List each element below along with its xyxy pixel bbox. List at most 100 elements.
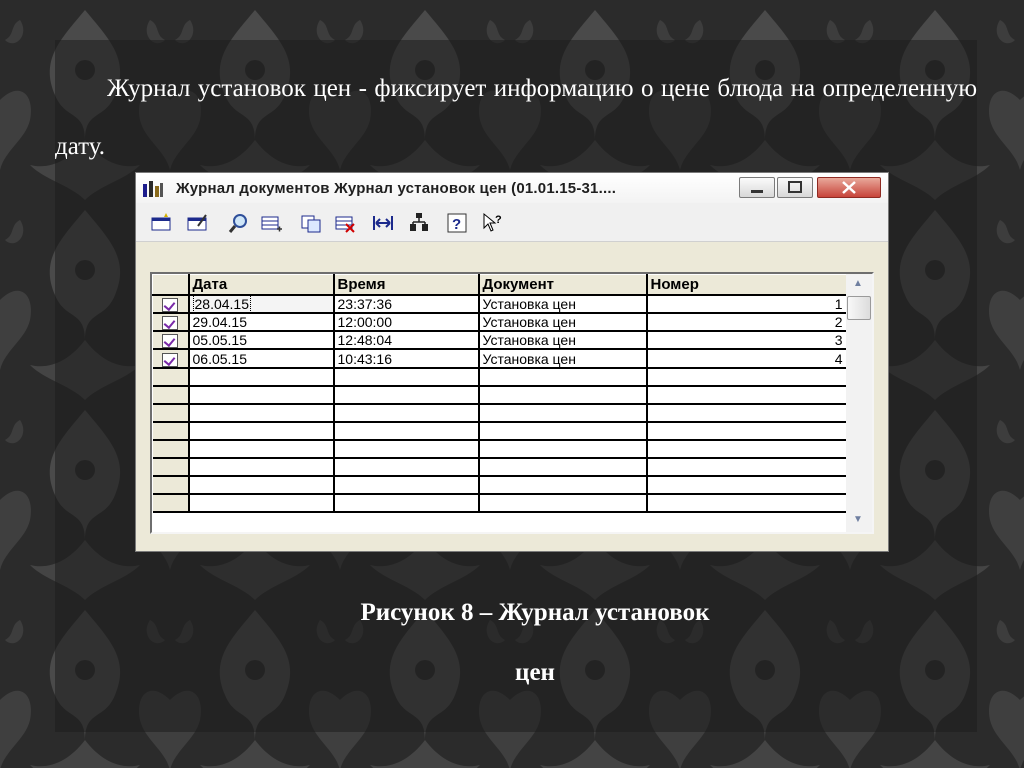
copy-icon[interactable] (300, 212, 322, 234)
empty-table-row[interactable] (152, 421, 848, 441)
empty-cell[interactable] (646, 457, 848, 477)
empty-table-row[interactable] (152, 367, 848, 387)
empty-table-row[interactable] (152, 493, 848, 513)
empty-table-row[interactable] (152, 475, 848, 495)
empty-cell[interactable] (333, 475, 480, 495)
empty-table-row[interactable] (152, 385, 848, 405)
close-button[interactable] (817, 177, 881, 198)
row-marker[interactable] (152, 493, 190, 513)
maximize-icon (788, 181, 802, 193)
empty-cell[interactable] (646, 439, 848, 459)
empty-cell[interactable] (646, 421, 848, 441)
empty-cell[interactable] (478, 439, 648, 459)
table-row[interactable]: 06.05.15 10:43:16 Установка цен 4 (152, 349, 848, 369)
cell-date[interactable]: 05.05.15 (188, 331, 335, 351)
scroll-down-icon[interactable]: ▼ (853, 514, 863, 525)
empty-cell[interactable] (333, 457, 480, 477)
empty-cell[interactable] (646, 493, 848, 513)
empty-cell[interactable] (646, 475, 848, 495)
cell-number[interactable]: 4 (646, 349, 848, 369)
empty-cell[interactable] (478, 367, 648, 387)
table-row[interactable]: 05.05.15 12:48:04 Установка цен 3 (152, 331, 848, 351)
maximize-button[interactable] (777, 177, 813, 198)
cell-document[interactable]: Установка цен (478, 294, 648, 314)
cell-document[interactable]: Установка цен (478, 312, 648, 333)
new-doc-icon[interactable] (150, 212, 172, 234)
scroll-up-icon[interactable]: ▲ (853, 278, 863, 289)
empty-cell[interactable] (188, 493, 335, 513)
cell-date[interactable]: 06.05.15 (188, 349, 335, 369)
interval-icon[interactable] (372, 212, 394, 234)
empty-cell[interactable] (188, 475, 335, 495)
empty-cell[interactable] (478, 475, 648, 495)
empty-cell[interactable] (333, 493, 480, 513)
empty-cell[interactable] (478, 457, 648, 477)
empty-cell[interactable] (333, 367, 480, 387)
row-marker[interactable] (152, 385, 190, 405)
column-header-date[interactable]: Дата (188, 274, 335, 296)
empty-cell[interactable] (188, 385, 335, 405)
tree-icon[interactable] (408, 212, 430, 234)
empty-cell[interactable] (188, 421, 335, 441)
cell-time[interactable]: 12:48:04 (333, 331, 480, 351)
empty-cell[interactable] (333, 403, 480, 423)
row-marker[interactable] (152, 331, 190, 351)
cell-time[interactable]: 23:37:36 (333, 294, 480, 314)
row-marker[interactable] (152, 475, 190, 495)
vertical-scrollbar[interactable]: ▲ ▼ (846, 274, 872, 532)
empty-table-row[interactable] (152, 457, 848, 477)
row-marker[interactable] (152, 439, 190, 459)
help-icon[interactable]: ? (446, 212, 468, 234)
empty-cell[interactable] (333, 421, 480, 441)
cell-document[interactable]: Установка цен (478, 349, 648, 369)
figure-caption: Рисунок 8 – Журнал установок цен (290, 583, 780, 703)
edit-doc-icon[interactable] (186, 212, 208, 234)
cell-document[interactable]: Установка цен (478, 331, 648, 351)
title-bar[interactable]: Журнал документов Журнал установок цен (… (136, 173, 888, 203)
column-header-number[interactable]: Номер (646, 274, 848, 296)
scroll-thumb[interactable] (847, 296, 871, 320)
posted-document-icon (162, 316, 178, 330)
minimize-button[interactable] (739, 177, 775, 198)
row-marker[interactable] (152, 349, 190, 369)
empty-cell[interactable] (333, 385, 480, 405)
cell-date[interactable]: 28.04.15 (188, 294, 335, 314)
empty-cell[interactable] (478, 385, 648, 405)
caption-line-1: Рисунок 8 – Журнал установок (360, 599, 710, 626)
cell-time[interactable]: 12:00:00 (333, 312, 480, 333)
empty-table-row[interactable] (152, 403, 848, 423)
delete-icon[interactable] (334, 212, 356, 234)
row-marker[interactable] (152, 421, 190, 441)
cell-number[interactable]: 3 (646, 331, 848, 351)
row-marker[interactable] (152, 294, 190, 314)
empty-cell[interactable] (478, 493, 648, 513)
row-marker[interactable] (152, 403, 190, 423)
add-row-icon[interactable] (260, 212, 282, 234)
row-marker[interactable] (152, 457, 190, 477)
empty-cell[interactable] (333, 439, 480, 459)
cell-number[interactable]: 2 (646, 312, 848, 333)
empty-cell[interactable] (188, 403, 335, 423)
empty-cell[interactable] (646, 367, 848, 387)
column-header-document[interactable]: Документ (478, 274, 648, 296)
whats-this-icon[interactable]: ? (482, 212, 504, 234)
empty-cell[interactable] (478, 421, 648, 441)
cell-number[interactable]: 1 (646, 294, 848, 314)
table-row[interactable]: 29.04.15 12:00:00 Установка цен 2 (152, 312, 848, 333)
empty-cell[interactable] (646, 403, 848, 423)
row-marker[interactable] (152, 312, 190, 333)
empty-cell[interactable] (188, 439, 335, 459)
empty-table-row[interactable] (152, 439, 848, 459)
column-header-time[interactable]: Время (333, 274, 480, 296)
empty-cell[interactable] (188, 457, 335, 477)
cell-date[interactable]: 29.04.15 (188, 312, 335, 333)
empty-cell[interactable] (646, 385, 848, 405)
find-icon[interactable] (228, 212, 250, 234)
empty-cell[interactable] (188, 367, 335, 387)
cell-time[interactable]: 10:43:16 (333, 349, 480, 369)
journal-grid[interactable]: Дата Время Документ Номер 28.04.15 23:37:… (150, 272, 874, 534)
document-journal-window: Журнал документов Журнал установок цен (… (135, 172, 889, 552)
row-marker[interactable] (152, 367, 190, 387)
empty-cell[interactable] (478, 403, 648, 423)
table-row[interactable]: 28.04.15 23:37:36 Установка цен 1 (152, 294, 848, 314)
